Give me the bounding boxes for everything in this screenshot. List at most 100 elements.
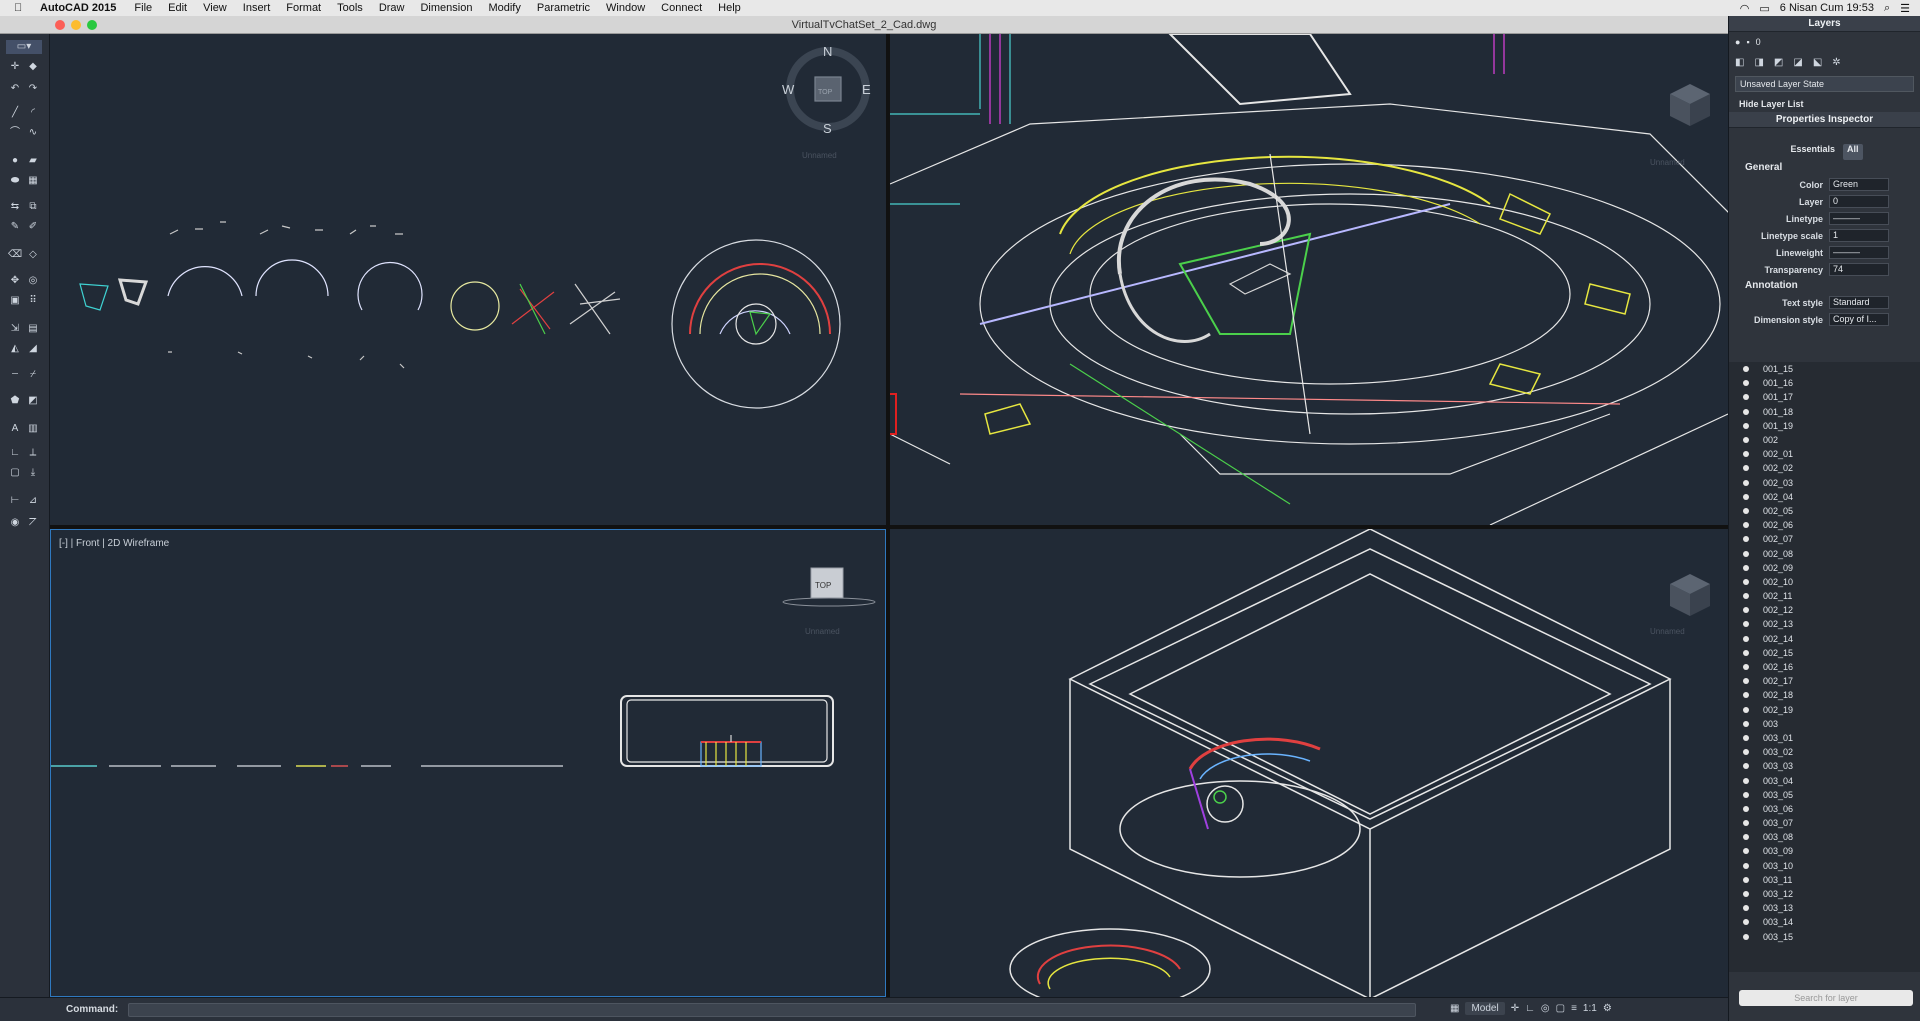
move-icon[interactable]: ⇆ xyxy=(8,200,22,214)
rectangle-icon[interactable]: ▰ xyxy=(26,154,40,168)
current-layer-value[interactable]: 0 xyxy=(1756,37,1761,47)
layer-row[interactable]: 002_07 xyxy=(1729,532,1920,546)
menu-draw[interactable]: Draw xyxy=(379,2,405,14)
layer-icon[interactable]: ◆ xyxy=(26,60,40,74)
layer-row[interactable]: 002_01 xyxy=(1729,447,1920,461)
ucs-icon[interactable]: ∟ xyxy=(8,446,22,460)
layer-row[interactable]: 003_06 xyxy=(1729,802,1920,816)
layer-row[interactable]: 003_13 xyxy=(1729,901,1920,915)
measure-icon[interactable]: ┄ xyxy=(8,368,22,382)
layer-visibility-icon[interactable] xyxy=(1743,763,1749,770)
menu-view[interactable]: View xyxy=(203,2,227,14)
notification-icon[interactable]: ☰ xyxy=(1900,2,1910,15)
layer-row[interactable]: 003_08 xyxy=(1729,830,1920,844)
general-section[interactable]: General xyxy=(1729,160,1920,176)
redo-icon[interactable]: ↷ xyxy=(26,82,40,96)
layer-row[interactable]: 003_01 xyxy=(1729,731,1920,745)
viewcube-label[interactable]: TOP xyxy=(815,581,831,590)
layer-row[interactable]: 003_09 xyxy=(1729,844,1920,858)
pan-icon[interactable]: ✥ xyxy=(8,274,22,288)
clock[interactable]: 6 Nisan Cum 19:53 xyxy=(1780,2,1874,14)
lineweight-toggle-icon[interactable]: ≡ xyxy=(1571,1003,1577,1014)
layer-visibility-icon[interactable] xyxy=(1743,692,1749,699)
layer-visibility-icon[interactable] xyxy=(1743,706,1749,713)
layer-visibility-icon[interactable] xyxy=(1743,820,1749,827)
menu-parametric[interactable]: Parametric xyxy=(537,2,590,14)
layer-row[interactable]: 001_18 xyxy=(1729,405,1920,419)
compass-east[interactable]: E xyxy=(862,82,871,97)
layer-freeze-icon[interactable]: ✲ xyxy=(1832,57,1840,68)
erase-icon[interactable]: ⌫ xyxy=(8,248,22,262)
undo-icon[interactable]: ↶ xyxy=(8,82,22,96)
layer-row[interactable]: 001_19 xyxy=(1729,419,1920,433)
layer-visibility-icon[interactable] xyxy=(1743,720,1749,727)
layer-row[interactable]: 003_04 xyxy=(1729,773,1920,787)
layer-row[interactable]: 002_18 xyxy=(1729,688,1920,702)
layer-row[interactable]: 002_08 xyxy=(1729,546,1920,560)
layer-row[interactable]: 003_05 xyxy=(1729,788,1920,802)
extend-icon[interactable]: ✐ xyxy=(26,220,40,234)
layer-visibility-icon[interactable] xyxy=(1743,507,1749,514)
layer-row[interactable]: 001_15 xyxy=(1729,362,1920,376)
solid-icon[interactable]: ⬟ xyxy=(8,394,22,408)
layer-visibility-icon[interactable] xyxy=(1743,635,1749,642)
layer-visibility-icon[interactable] xyxy=(1743,593,1749,600)
viewcube[interactable] xyxy=(1670,84,1710,126)
layer-visibility-icon[interactable] xyxy=(1743,380,1749,387)
wifi-icon[interactable]: ◠ xyxy=(1740,2,1750,15)
grid-icon[interactable]: ▤ xyxy=(26,322,40,336)
layer-visibility-icon[interactable] xyxy=(1743,550,1749,557)
layer-visibility-icon[interactable] xyxy=(1743,805,1749,812)
block-icon[interactable]: ▢ xyxy=(8,466,22,480)
viewcube-top[interactable]: TOP xyxy=(818,89,833,96)
apple-icon[interactable]:  xyxy=(14,2,34,14)
osnap-toggle-icon[interactable]: ▢ xyxy=(1556,1003,1565,1014)
layer-row[interactable]: 002_19 xyxy=(1729,703,1920,717)
box-icon[interactable]: ◩ xyxy=(26,394,40,408)
dimension-icon[interactable]: ⟂ xyxy=(26,446,40,460)
annotation-section[interactable]: Annotation xyxy=(1729,278,1920,294)
ucs-unnamed-label[interactable]: Unnamed xyxy=(802,151,837,160)
new-layer-icon[interactable]: ◧ xyxy=(1735,57,1744,68)
layer-visibility-icon[interactable] xyxy=(1743,408,1749,415)
layer-visibility-icon[interactable] xyxy=(1743,876,1749,883)
layer-row[interactable]: 003_15 xyxy=(1729,930,1920,944)
ucs-unnamed-label-tr[interactable]: Unnamed xyxy=(1650,158,1685,167)
spline-icon[interactable]: ∿ xyxy=(26,126,40,140)
layer-search-input[interactable]: Search for layer xyxy=(1739,990,1913,1006)
menu-insert[interactable]: Insert xyxy=(243,2,271,14)
snap-toggle-icon[interactable]: ✛ xyxy=(1511,1003,1519,1014)
layer-row[interactable]: 002_11 xyxy=(1729,589,1920,603)
layer-row[interactable]: 003_07 xyxy=(1729,816,1920,830)
stretch-icon[interactable]: ⇲ xyxy=(8,322,22,336)
linear-dim-icon[interactable]: ⊢ xyxy=(8,494,22,508)
ucs-unnamed-label-bl[interactable]: Unnamed xyxy=(805,627,840,636)
layer-visibility-icon[interactable] xyxy=(1743,749,1749,756)
line-icon[interactable]: ╱ xyxy=(8,106,22,120)
model-tab[interactable]: Model xyxy=(1465,1002,1505,1015)
layer-state-dropdown[interactable]: Unsaved Layer State xyxy=(1735,76,1914,92)
fillet-icon[interactable]: ◢ xyxy=(26,342,40,356)
spotlight-icon[interactable]: ⌕ xyxy=(1884,2,1890,15)
trim-icon[interactable]: ✎ xyxy=(8,220,22,234)
polyline-icon[interactable]: ⌒ xyxy=(8,126,22,140)
break-icon[interactable]: ⌿ xyxy=(26,368,40,382)
layer-visibility-icon[interactable] xyxy=(1743,437,1749,444)
copy-icon[interactable]: ⧉ xyxy=(26,200,40,214)
layer-visibility-icon[interactable] xyxy=(1743,734,1749,741)
layer-visibility-icon[interactable] xyxy=(1743,564,1749,571)
layer-row[interactable]: 003_12 xyxy=(1729,887,1920,901)
compass-west[interactable]: W xyxy=(782,82,795,97)
layer-row[interactable]: 003_14 xyxy=(1729,915,1920,929)
tab-all[interactable]: All xyxy=(1843,144,1863,160)
view-icon[interactable]: ◉ xyxy=(8,516,22,530)
menu-edit[interactable]: Edit xyxy=(168,2,187,14)
minimize-window-button[interactable] xyxy=(71,20,81,30)
menu-window[interactable]: Window xyxy=(606,2,645,14)
layer-visibility-icon[interactable] xyxy=(1743,522,1749,529)
orbit-icon[interactable]: ◎ xyxy=(26,274,40,288)
table-icon[interactable]: ▥ xyxy=(26,422,40,436)
layer-row[interactable]: 002_15 xyxy=(1729,646,1920,660)
layer-visibility-icon[interactable] xyxy=(1743,451,1749,458)
viewcube-iso[interactable] xyxy=(1670,574,1710,616)
